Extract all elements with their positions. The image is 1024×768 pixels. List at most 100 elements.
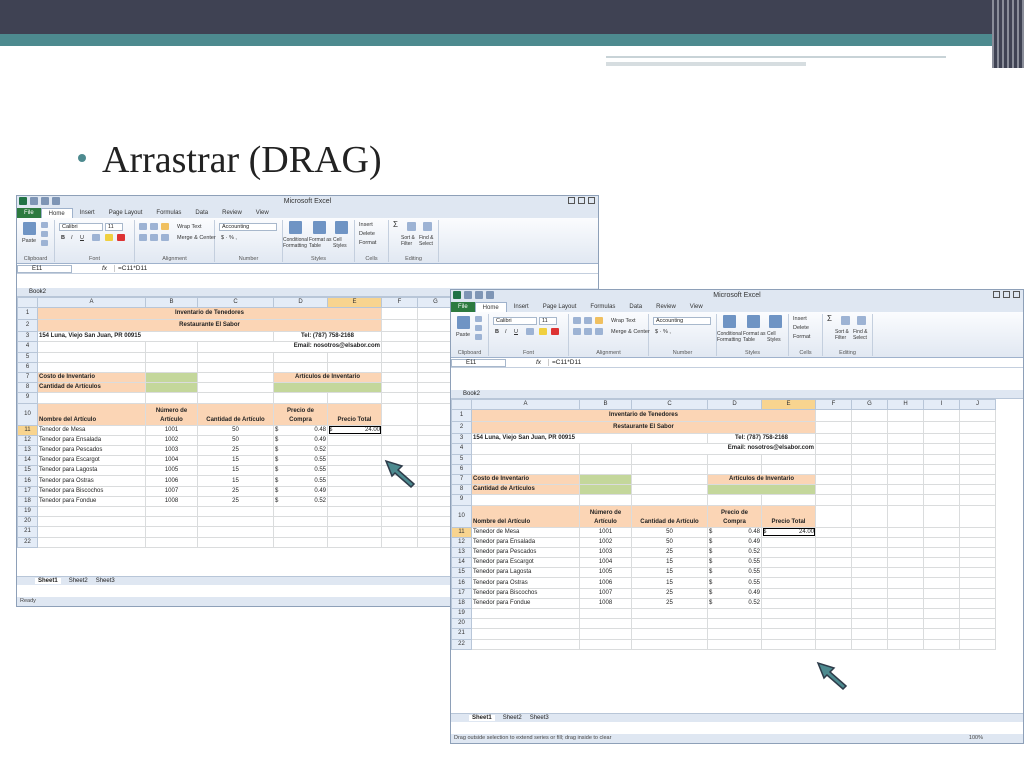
tab-review[interactable]: Review	[649, 302, 683, 312]
cell[interactable]	[851, 577, 888, 589]
undo-icon[interactable]	[41, 197, 49, 205]
header-total[interactable]: Precio Total	[761, 504, 816, 528]
format-table-icon[interactable]	[313, 221, 326, 234]
cell[interactable]	[417, 351, 454, 363]
sort-filter-icon[interactable]	[841, 316, 850, 325]
name-box[interactable]: E11	[451, 358, 506, 367]
row-header[interactable]: 11	[451, 526, 472, 538]
zoom-level[interactable]: 100%	[969, 734, 983, 743]
cell-styles-icon[interactable]	[335, 221, 348, 234]
cell[interactable]	[273, 382, 382, 394]
cell[interactable]	[381, 341, 418, 353]
cell[interactable]	[887, 443, 924, 455]
row-header[interactable]: 18	[17, 495, 38, 508]
item-qty[interactable]: 25	[197, 495, 274, 508]
cell[interactable]	[923, 567, 960, 579]
tel-cell[interactable]: Tel: (787) 758-2168	[707, 433, 816, 445]
row-header[interactable]: 16	[451, 577, 472, 589]
item-number[interactable]: 1008	[579, 597, 632, 610]
cell[interactable]	[815, 628, 852, 640]
align-left-icon[interactable]	[139, 234, 147, 241]
cell[interactable]	[923, 597, 960, 610]
row-header[interactable]: 22	[451, 638, 472, 650]
tab-formulas[interactable]: Formulas	[583, 302, 622, 312]
cell[interactable]	[959, 628, 996, 640]
row-header[interactable]: 1	[17, 307, 38, 321]
cell[interactable]	[815, 618, 852, 630]
cell[interactable]	[959, 546, 996, 559]
cell[interactable]	[851, 453, 888, 465]
paste-button[interactable]: Paste	[22, 238, 36, 244]
autosum-icon[interactable]: Σ	[393, 221, 398, 229]
cell[interactable]	[851, 597, 888, 610]
row-header[interactable]: 2	[17, 319, 38, 333]
column-header[interactable]: G	[417, 297, 454, 309]
item-qty[interactable]: 50	[631, 526, 708, 538]
italic-button[interactable]: I	[71, 235, 73, 241]
cell[interactable]	[959, 536, 996, 548]
header-precio[interactable]: Precio de Compra	[707, 504, 762, 528]
cell[interactable]	[815, 567, 852, 579]
align-center-icon[interactable]	[150, 234, 158, 241]
cell[interactable]	[381, 371, 418, 384]
cell[interactable]	[381, 424, 418, 436]
delete-cells-button[interactable]: Delete	[359, 231, 375, 237]
format-table-button[interactable]: Format as Table	[309, 237, 335, 249]
precio-total-cell[interactable]	[327, 455, 382, 467]
tab-file[interactable]: File	[17, 208, 41, 218]
cell[interactable]	[959, 607, 996, 620]
row-header[interactable]: 7	[17, 371, 38, 384]
cell-styles-icon[interactable]	[769, 315, 782, 328]
row-header[interactable]: 4	[451, 443, 472, 455]
item-price-cell[interactable]: $0.52	[273, 495, 328, 508]
cell[interactable]	[381, 351, 418, 363]
item-name[interactable]: Tenedor para Ostras	[471, 577, 580, 589]
tab-page-layout[interactable]: Page Layout	[102, 208, 150, 218]
conditional-formatting-icon[interactable]	[723, 315, 736, 328]
cell[interactable]	[417, 402, 454, 426]
select-all-corner[interactable]	[17, 297, 38, 309]
cell[interactable]	[923, 494, 960, 506]
cell[interactable]	[417, 371, 454, 384]
cell[interactable]	[887, 484, 924, 496]
item-name[interactable]: Tenedor para Ensalada	[471, 536, 580, 548]
font-color-icon[interactable]	[551, 328, 559, 335]
cell[interactable]	[959, 567, 996, 579]
cell[interactable]	[815, 607, 852, 620]
cell[interactable]	[923, 638, 960, 650]
column-header[interactable]: E	[761, 399, 816, 411]
fx-icon[interactable]: fx	[536, 359, 548, 366]
currency-button[interactable]: $ · % ,	[221, 235, 237, 241]
cell-styles-button[interactable]: Cell Styles	[767, 331, 787, 343]
cell[interactable]	[851, 463, 888, 475]
insert-cells-button[interactable]: Insert	[793, 316, 807, 322]
item-name[interactable]: Tenedor de Mesa	[37, 424, 146, 436]
cell[interactable]	[959, 638, 996, 650]
cell[interactable]	[887, 557, 924, 569]
cell[interactable]	[923, 557, 960, 569]
column-header[interactable]: G	[851, 399, 888, 411]
cell[interactable]	[923, 546, 960, 559]
cell[interactable]	[381, 434, 418, 446]
precio-total-cell[interactable]	[761, 587, 816, 599]
item-qty[interactable]: 50	[197, 424, 274, 436]
column-header[interactable]: B	[579, 399, 632, 411]
precio-total-cell[interactable]: $24.00	[327, 424, 382, 436]
copy-icon[interactable]	[475, 325, 482, 331]
select-all-corner[interactable]	[451, 399, 472, 411]
cell[interactable]	[417, 319, 454, 333]
cell[interactable]	[959, 484, 996, 496]
header-numero[interactable]: Número de Artículo	[579, 504, 632, 528]
item-price-cell[interactable]: $0.52	[707, 597, 762, 610]
row-header[interactable]: 15	[17, 465, 38, 477]
cell[interactable]	[381, 526, 418, 538]
articulos-inventario-label[interactable]: Artículos de Inventario	[273, 371, 382, 384]
cell[interactable]	[815, 421, 852, 435]
fill-color-icon[interactable]	[105, 234, 113, 241]
column-header[interactable]: B	[145, 297, 198, 309]
format-cells-button[interactable]: Format	[359, 240, 376, 246]
item-price-cell[interactable]: $0.49	[273, 434, 328, 446]
maximize-icon[interactable]	[578, 197, 585, 204]
italic-button[interactable]: I	[505, 329, 507, 335]
item-qty[interactable]: 15	[631, 557, 708, 569]
